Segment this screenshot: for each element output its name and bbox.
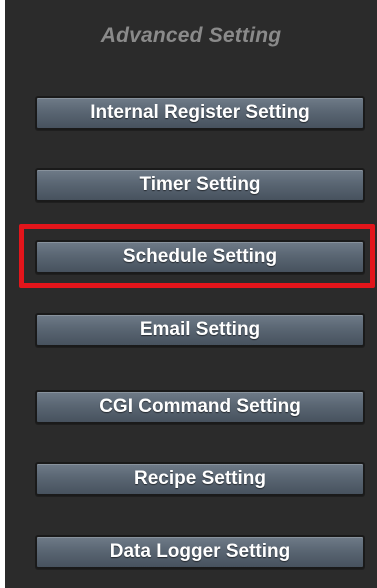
advanced-setting-panel: Advanced Setting Internal Register Setti… xyxy=(5,0,377,588)
schedule-setting-button[interactable]: Schedule Setting xyxy=(35,240,365,274)
recipe-setting-button[interactable]: Recipe Setting xyxy=(35,462,365,496)
panel-title: Advanced Setting xyxy=(100,24,282,47)
email-setting-button[interactable]: Email Setting xyxy=(35,313,365,347)
data-logger-setting-button[interactable]: Data Logger Setting xyxy=(35,535,365,569)
cgi-command-setting-button[interactable]: CGI Command Setting xyxy=(35,390,365,424)
timer-setting-button[interactable]: Timer Setting xyxy=(35,168,365,202)
internal-register-setting-button[interactable]: Internal Register Setting xyxy=(35,96,365,130)
